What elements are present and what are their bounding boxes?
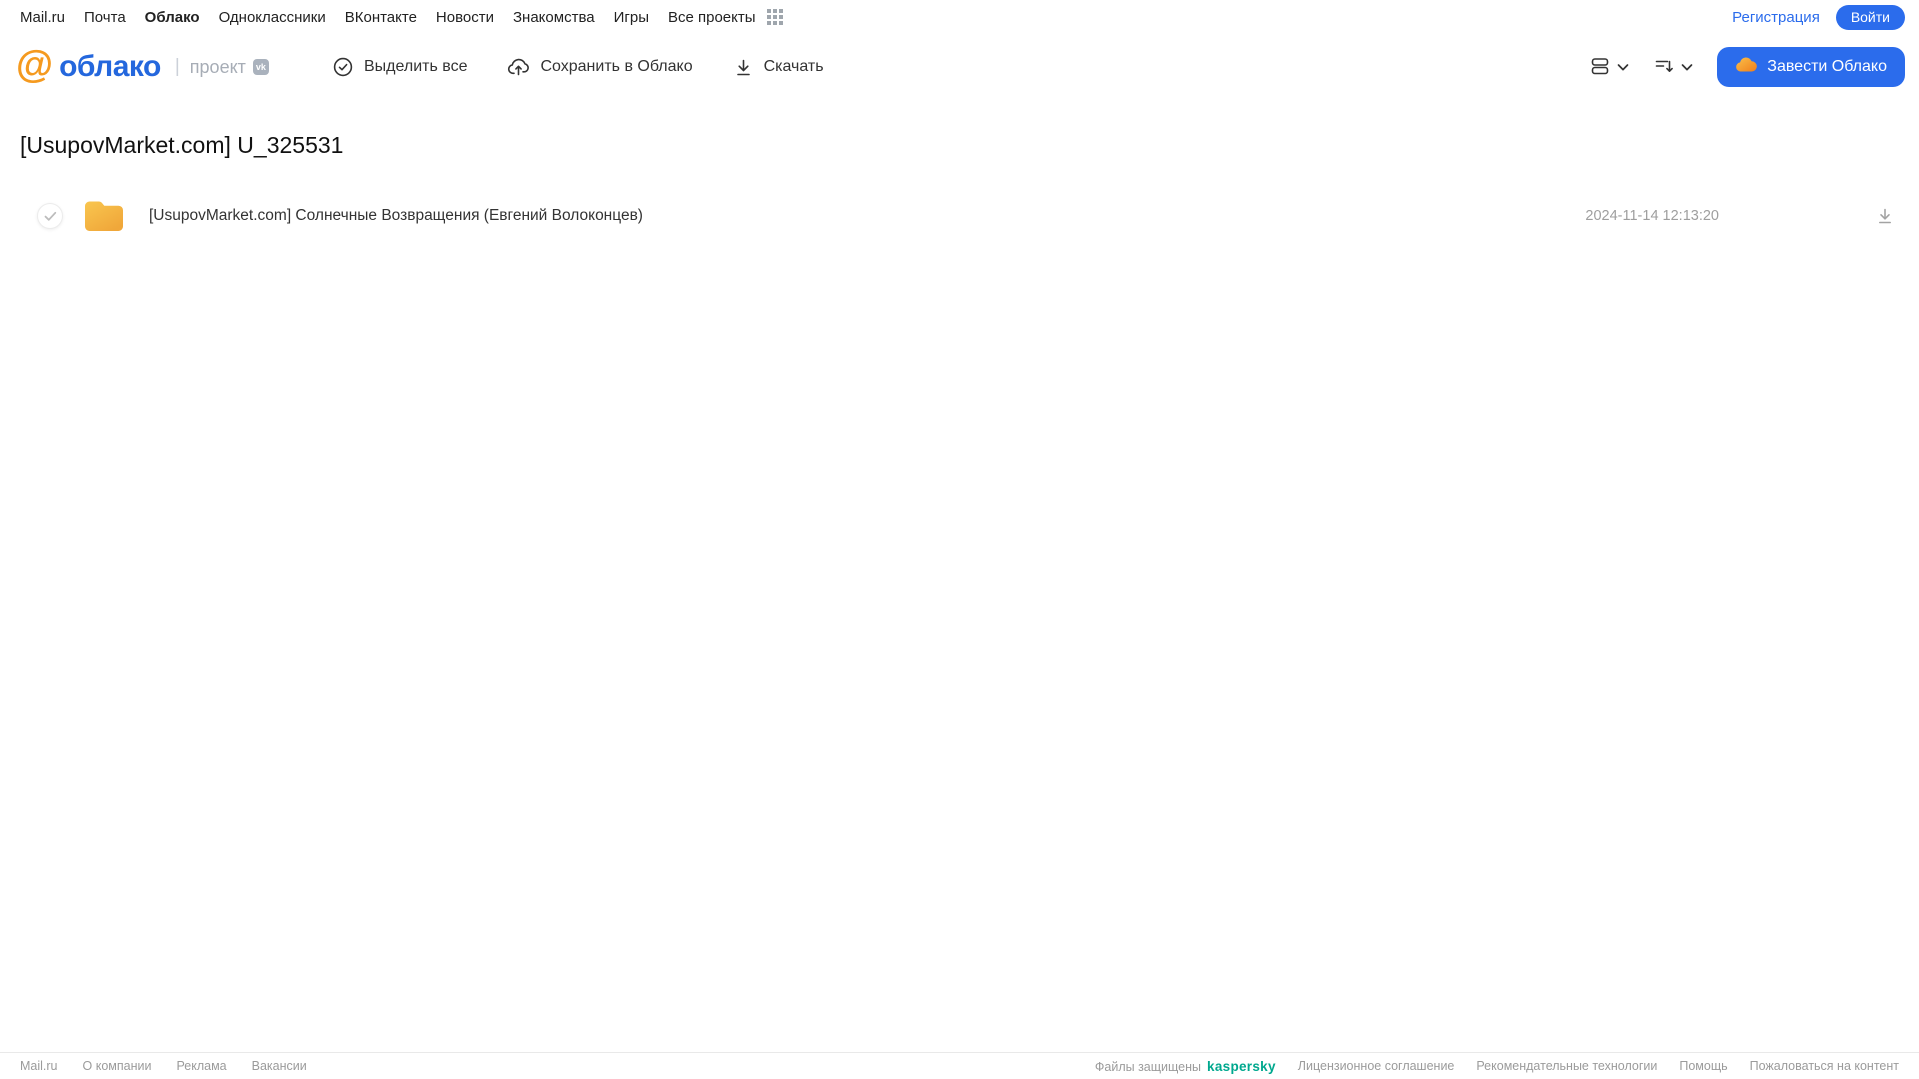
file-name-link[interactable]: [UsupovMarket.com] Солнечные Возвращения… (149, 207, 643, 225)
download-label: Скачать (763, 58, 824, 75)
file-row[interactable]: [UsupovMarket.com] Солнечные Возвращения… (20, 192, 1919, 240)
top-nav-item-znakomstva[interactable]: Знакомства (513, 9, 595, 26)
top-nav-item-pochta[interactable]: Почта (84, 9, 126, 26)
row-download-icon[interactable] (1875, 206, 1895, 226)
login-button[interactable]: Войти (1835, 4, 1905, 30)
top-nav-item-mailru[interactable]: Mail.ru (20, 9, 65, 26)
get-cloud-button[interactable]: Завести Облако (1717, 47, 1905, 87)
page-title: [UsupovMarket.com] U_325531 (20, 132, 344, 158)
top-nav-item-novosti[interactable]: Новости (436, 9, 494, 26)
kaspersky-protected: Файлы защищены kaspersky (1095, 1059, 1276, 1074)
footer-link-ads[interactable]: Реклама (176, 1059, 226, 1073)
footer-link-company[interactable]: О компании (83, 1059, 152, 1073)
logo-wordmark: облако (59, 50, 161, 83)
footer-right-links: Файлы защищены kaspersky Лицензионное со… (1095, 1059, 1899, 1074)
sort-icon (1653, 55, 1675, 80)
select-all-label: Выделить все (364, 58, 468, 75)
footer-link-report-content[interactable]: Пожаловаться на контент (1750, 1059, 1899, 1073)
top-nav-bar: Mail.ru Почта Облако Одноклассники ВКонт… (0, 0, 1919, 34)
chevron-down-icon (1617, 60, 1629, 75)
top-nav-auth: Регистрация Войти (1732, 4, 1905, 30)
top-nav-item-odnoklassniki[interactable]: Одноклассники (219, 9, 326, 26)
footer-left-links: Mail.ru О компании Реклама Вакансии (20, 1059, 307, 1073)
top-nav-links: Mail.ru Почта Облако Одноклассники ВКонт… (20, 9, 783, 26)
footer-link-help[interactable]: Помощь (1679, 1059, 1727, 1073)
cloud-icon (1735, 56, 1758, 78)
apps-grid-icon[interactable] (766, 9, 783, 25)
logo-separator: | (174, 56, 180, 77)
select-all-icon (332, 56, 354, 78)
registration-link[interactable]: Регистрация (1732, 9, 1820, 26)
logo-project-label: проект (189, 56, 246, 77)
footer-link-jobs[interactable]: Вакансии (252, 1059, 307, 1073)
save-to-cloud-label: Сохранить в Облако (540, 58, 693, 75)
select-all-button[interactable]: Выделить все (332, 56, 467, 78)
download-button[interactable]: Скачать (733, 57, 824, 78)
top-nav-item-vkontakte[interactable]: ВКонтакте (345, 9, 417, 26)
get-cloud-label: Завести Облако (1767, 58, 1887, 75)
footer-link-license[interactable]: Лицензионное соглашение (1298, 1059, 1455, 1073)
row-checkbox[interactable] (37, 203, 63, 229)
save-to-cloud-button[interactable]: Сохранить в Облако (507, 56, 693, 78)
vk-icon: vk (252, 59, 269, 75)
top-nav-item-igry[interactable]: Игры (614, 9, 649, 26)
folder-icon (83, 199, 125, 233)
top-nav-item-oblako[interactable]: Облако (145, 9, 200, 26)
save-to-cloud-icon (507, 56, 530, 78)
kaspersky-logo: kaspersky (1207, 1058, 1276, 1074)
protected-label: Файлы защищены (1094, 1059, 1202, 1074)
top-nav-item-vse-proekty[interactable]: Все проекты (668, 9, 756, 26)
footer: Mail.ru О компании Реклама Вакансии Файл… (0, 1052, 1919, 1079)
download-icon (733, 57, 754, 78)
mailru-at-icon: @ (16, 44, 54, 86)
file-modified-date: 2024-11-14 12:13:20 (1585, 208, 1719, 224)
chevron-down-icon (1681, 60, 1693, 75)
footer-link-recommendation-tech[interactable]: Рекомендательные технологии (1476, 1059, 1657, 1073)
file-toolbar: Выделить все Сохранить в Облако Скачать (332, 56, 824, 78)
header-bar: @ облако | проект vk Выделить все Сохран… (0, 34, 1919, 100)
sort-button[interactable] (1653, 55, 1693, 80)
view-mode-icon (1589, 55, 1611, 80)
header-right-controls: Завести Облако (1589, 47, 1905, 87)
view-mode-button[interactable] (1589, 55, 1629, 80)
footer-link-mailru[interactable]: Mail.ru (20, 1059, 58, 1073)
main-content: [UsupovMarket.com] U_325531 [UsupovMarke… (0, 132, 1919, 240)
cloud-logo[interactable]: @ облако | проект vk (16, 44, 308, 86)
